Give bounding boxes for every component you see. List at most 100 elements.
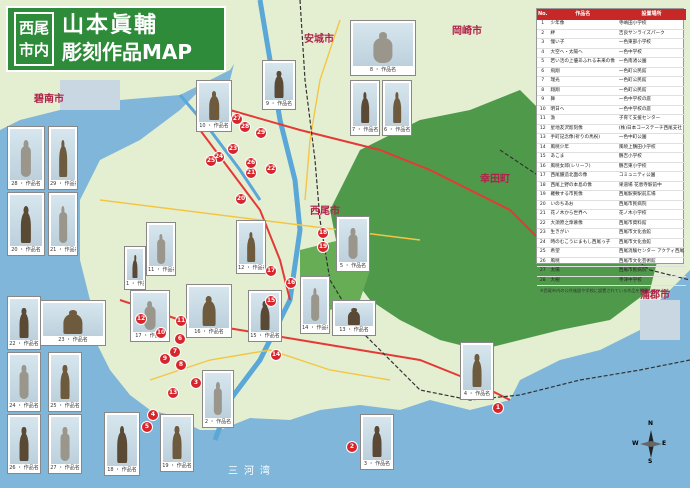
- sculpture-image: [51, 355, 79, 402]
- location-marker[interactable]: 17: [265, 265, 277, 277]
- sculpture-photo: 2 ・ 作品名: [202, 370, 234, 428]
- location-marker[interactable]: 6: [174, 333, 186, 345]
- work-location-cell: 西尾市民病院: [616, 266, 687, 277]
- sculpture-image: [10, 355, 38, 402]
- work-list-row: 1 少年像 寺嶋田小学校: [537, 20, 687, 30]
- sculpture-photo: 10 ・ 作品名: [196, 80, 232, 132]
- work-no-cell: 6: [537, 67, 549, 77]
- photo-caption: 21 ・ 作品名: [50, 247, 76, 253]
- location-marker[interactable]: 12: [135, 313, 147, 325]
- location-marker[interactable]: 7: [169, 346, 181, 358]
- work-title-cell: 明日へ: [548, 105, 617, 115]
- sculpture-photo: 28 ・ 作品名: [7, 126, 45, 190]
- location-marker[interactable]: 25: [205, 155, 217, 167]
- location-marker[interactable]: 18: [317, 227, 329, 239]
- sculpture-photo: 6 ・ 作品名: [382, 80, 412, 136]
- work-no-cell: 10: [537, 105, 549, 115]
- location-marker[interactable]: 5: [141, 421, 153, 433]
- photo-caption: 20 ・ 作品名: [11, 247, 41, 253]
- statue-figure: [157, 238, 165, 264]
- location-marker[interactable]: 22: [265, 163, 277, 175]
- sculpture-image: [127, 249, 143, 280]
- location-marker[interactable]: 8: [175, 359, 187, 371]
- sculpture-photo: 21 ・ 作品名: [48, 192, 78, 256]
- sculpture-image: [205, 373, 231, 418]
- statue-figure: [60, 371, 70, 400]
- work-location-cell: 西尾市文化芸術館: [616, 257, 687, 267]
- sculpture-image: [265, 63, 293, 100]
- sculpture-image: [363, 417, 391, 460]
- location-marker[interactable]: 1: [492, 402, 504, 414]
- sculpture-photo: 23 ・ 作品名: [40, 300, 106, 346]
- statue-figure: [63, 314, 83, 335]
- bay-label: 三河湾: [228, 466, 276, 477]
- statue-figure: [209, 96, 219, 120]
- location-marker[interactable]: 13: [167, 387, 179, 399]
- sculpture-image: [199, 83, 229, 122]
- work-no-cell: 2: [537, 29, 549, 39]
- work-list-row: 4 大空へ・太陽へ 一色中学校: [537, 48, 687, 58]
- work-location-cell: 一色中学校の庭: [616, 95, 687, 106]
- compass-west: W: [632, 440, 639, 447]
- statue-figure: [372, 431, 382, 458]
- location-marker[interactable]: 11: [175, 315, 187, 327]
- city-label-anjo: 安城市: [304, 34, 334, 45]
- photo-caption: 7 ・ 作品名: [352, 127, 378, 133]
- location-marker[interactable]: 3: [190, 377, 202, 389]
- statue-figure: [117, 432, 127, 463]
- column-title: 作品名: [548, 9, 617, 20]
- work-location-cell: 風暁上鶴田小学校: [616, 143, 687, 153]
- sculpture-image: [303, 279, 327, 324]
- work-no-cell: 16: [537, 162, 549, 172]
- photo-caption: 24 ・ 作品名: [9, 403, 39, 409]
- work-list-row: 3 憧い子 一色東部小学校: [537, 38, 687, 49]
- sculpture-image: [353, 83, 377, 126]
- sculpture-photo: 3 ・ 作品名: [360, 414, 394, 470]
- statue-figure: [19, 312, 29, 338]
- location-marker[interactable]: 23: [227, 143, 239, 155]
- work-location-cell: 鶴吉東小学校: [616, 162, 687, 172]
- location-marker[interactable]: 2: [346, 441, 358, 453]
- work-no-cell: 22: [537, 219, 549, 229]
- statue-figure: [247, 236, 255, 262]
- work-list-row: 10 明日へ 一色中学校の庭: [537, 105, 687, 115]
- location-marker[interactable]: 28: [239, 121, 251, 133]
- work-location-cell: コミュニティ公園: [616, 171, 687, 182]
- work-location-cell: 西尾消験センター アクティ西尾: [616, 247, 687, 258]
- location-marker[interactable]: 4: [147, 409, 159, 421]
- work-list-row: 13 手町記念像(祈りの馬祝) 一色中町公園: [537, 133, 687, 144]
- work-list-row: 7 瑞光 一色町公民館: [537, 76, 687, 87]
- sculpture-image: [43, 303, 103, 336]
- location-marker[interactable]: 19: [317, 241, 329, 253]
- city-label-okazaki: 岡崎市: [452, 26, 482, 37]
- statue-figure: [361, 97, 369, 124]
- photo-caption: 6 ・ 作品名: [384, 127, 410, 133]
- location-marker[interactable]: 20: [235, 193, 247, 205]
- location-marker[interactable]: 26: [245, 157, 257, 169]
- photo-caption: 13 ・ 作品名: [339, 327, 369, 333]
- work-location-cell: 一色中町公園: [616, 133, 687, 144]
- location-marker[interactable]: 15: [265, 295, 277, 307]
- photo-caption: 16 ・ 作品名: [194, 329, 224, 335]
- location-marker[interactable]: 16: [285, 277, 297, 289]
- sculpture-photo: 26 ・ 作品名: [7, 414, 41, 474]
- location-marker[interactable]: 10: [155, 327, 167, 339]
- location-marker[interactable]: 9: [159, 353, 171, 365]
- sculpture-image: [10, 299, 38, 340]
- statue-figure: [202, 300, 216, 326]
- photo-caption: 4 ・ 作品名: [463, 391, 491, 397]
- sculpture-image: [239, 223, 263, 264]
- statue-figure: [59, 212, 67, 243]
- location-marker[interactable]: 29: [255, 127, 267, 139]
- statue-figure: [393, 97, 401, 124]
- photo-caption: 1 ・ 作品名: [126, 281, 144, 287]
- work-list-row: 14 風暁少年 風暁上鶴田小学校: [537, 143, 687, 153]
- work-location-cell: 寺津中学校: [616, 276, 687, 286]
- location-marker[interactable]: 14: [270, 349, 282, 361]
- work-title-cell: 西尾醸造北面の像: [548, 171, 617, 182]
- work-list-row: 24 時のむこうにまもし西尾っ子 西尾市文化会館: [537, 238, 687, 248]
- column-no: No.: [537, 9, 549, 20]
- work-title-cell: 漁: [548, 114, 617, 125]
- map-title: 山本眞輔 彫刻作品MAP: [62, 12, 192, 66]
- sculpture-photo: 12 ・ 作品名: [236, 220, 266, 274]
